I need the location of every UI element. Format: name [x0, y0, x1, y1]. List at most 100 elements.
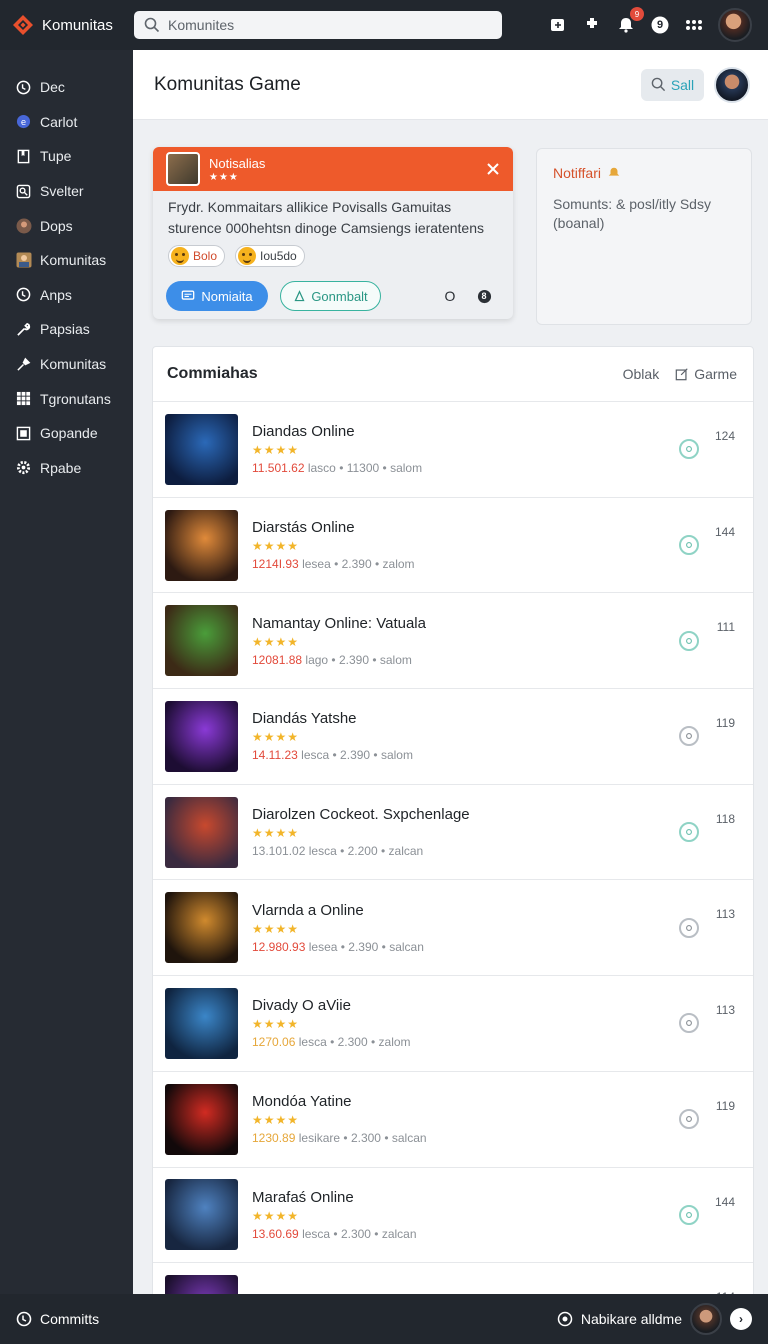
game-thumbnail [165, 892, 238, 964]
list-item[interactable]: Diandás Yatshe ★★★★ 14.11.23 lesca • 2.390… [153, 689, 753, 785]
primary-button[interactable]: Nomiaita [166, 281, 268, 311]
list-game-link[interactable]: Garme [675, 366, 737, 382]
sidebar-item-dops[interactable]: Dops [0, 208, 133, 243]
gear-icon [15, 459, 32, 476]
status-icon[interactable] [679, 726, 699, 747]
game-count: 144 [714, 524, 735, 539]
sidebar-item-carlot[interactable]: e Carlot [0, 105, 133, 140]
brand[interactable]: Komunitas [0, 14, 134, 36]
primary-button-label: Nomiaita [201, 288, 253, 304]
game-meta: lago • 2.390 • salom [305, 652, 412, 667]
sidebar-item-label: Dops [40, 217, 73, 234]
user-avatar[interactable] [718, 8, 752, 42]
sidebar-item-gopande[interactable]: Gopande [0, 416, 133, 451]
status-icon[interactable] [679, 1109, 699, 1130]
status-icon[interactable] [679, 630, 699, 651]
bookmark-icon [15, 148, 32, 165]
circle-action-icon[interactable]: O [440, 286, 460, 306]
game-rating: ★★★★ [252, 539, 300, 554]
game-count: 113 [715, 907, 735, 922]
list-item[interactable]: Namantay Online: Vatuala ★★★★ 12081.88 lag… [153, 593, 753, 690]
game-list: Commiahas Oblak Garme Diandas Online ★★★★… [152, 346, 754, 1294]
sidebar-item-tupe[interactable]: Tupe [0, 139, 133, 174]
smile-emoji-icon [238, 247, 257, 265]
sidebar-item-rpabe[interactable]: Rpabe [0, 451, 133, 486]
game-info: Marafaś Online ★★★★ 13.60.69 lesca • 2.300… [252, 1189, 417, 1241]
status-icon[interactable] [679, 535, 699, 556]
clock-icon [15, 286, 32, 303]
sidebar-item-label: Carlot [40, 113, 78, 130]
next-button[interactable]: › [730, 1308, 752, 1330]
status-icon[interactable] [679, 1013, 699, 1034]
game-info: Diandas Online ★★★★ 11.501.62 lasco • 1130… [252, 423, 422, 475]
dark-circle-action-icon[interactable]: 8 [474, 286, 494, 306]
sidebar-item-komunitas[interactable]: Komunitas [0, 243, 133, 278]
bottom-right-label[interactable]: Nabikare alldme [581, 1311, 682, 1327]
status-icon[interactable] [679, 822, 699, 843]
apps-grid-icon[interactable] [684, 15, 704, 35]
sidebar-item-svelter[interactable]: Svelter [0, 174, 133, 209]
svg-text:e: e [21, 117, 26, 127]
sidebar-item-label: Komunitas [40, 252, 107, 269]
game-meta-row: 13.101.02 lesca • 2.200 • zalcan [252, 844, 470, 858]
game-info: Diarolzen Cockeot. Sxpchenlage ★★★★ 13.101… [252, 806, 470, 858]
list-item[interactable]: Diandas Online ★★★★ 11.501.62 lasco • 1130… [153, 402, 753, 498]
game-thumbnail [165, 413, 238, 485]
bell-icon[interactable]: 9 [616, 7, 644, 35]
list-item[interactable]: Mondóa Yatine ★★★★ 1230.89 lesikare • 2.30… [153, 1072, 753, 1168]
avatar-icon [15, 217, 32, 234]
game-meta: lesca • 2.300 • zalcan [302, 1226, 417, 1241]
top-bar: Komunitas Komunites 9 9 [0, 0, 768, 50]
game-name: Diarstás Online [252, 519, 355, 537]
sidebar-item-papsias[interactable]: Papsias [0, 312, 133, 347]
bottom-left[interactable]: Committs [0, 1311, 99, 1327]
game-info: Mondóa Yatine ★★★★ 1230.89 lesikare • 2.30… [252, 1093, 427, 1145]
bottom-avatar[interactable] [690, 1303, 722, 1335]
page-header: Komunitas Game Sall [133, 50, 768, 120]
sidebar-item-komunitas-2[interactable]: Komunitas [0, 347, 133, 382]
list-item[interactable]: Vlarnda a Online ★★★★ 12.980.93 lesea • 2.… [153, 880, 753, 977]
reaction-chip[interactable]: Iou5do [235, 245, 305, 267]
side-card-title-row: Notiffari [553, 165, 735, 181]
game-info: Namantay Online: Vatuala ★★★★ 12081.88 lag… [252, 615, 426, 667]
status-icon[interactable] [679, 439, 699, 460]
clock-icon [15, 79, 32, 96]
list-item[interactable]: Divady O aViie ★★★★ 1270.06 lesca • 2.300 … [153, 976, 753, 1072]
list-item[interactable]: Diarolzen Cockeot. Sxpchenlage ★★★★ 13.101… [153, 785, 753, 881]
list-filter-link[interactable]: Oblak [623, 366, 660, 382]
smile-emoji-icon [171, 247, 189, 265]
sidebar-item-anps[interactable]: Anps [0, 278, 133, 313]
sidebar-item-tgronutans[interactable]: Tgronutans [0, 381, 133, 416]
game-rating: ★★★★ [252, 826, 300, 841]
reaction-chip[interactable]: Bolo [168, 245, 226, 267]
sidebar-item-dec[interactable]: Dec [0, 70, 133, 105]
game-thumbnail [165, 1179, 238, 1251]
status-icon[interactable] [679, 1204, 699, 1225]
gear-icon[interactable] [557, 1311, 573, 1327]
sidebar-item-label: Papsias [40, 321, 90, 338]
game-meta-row: 14.11.23 lesca • 2.390 • salom [252, 748, 413, 762]
game-info: Diarstás Online ★★★★ 1214I.93 lesea • 2.39… [252, 519, 415, 571]
puzzle-icon[interactable] [582, 15, 602, 35]
game-rating: ★★★★ [252, 443, 300, 458]
game-thumbnail [165, 1083, 238, 1155]
notification-body: Frydr. Kommaitars allikice Povisalls Gam… [168, 199, 484, 236]
game-name: Namantay Online: Vatuala [252, 614, 426, 632]
list-item[interactable]: Marafaś Online ★★★★ 13.60.69 lesca • 2.300… [153, 1168, 753, 1264]
header-search-button[interactable]: Sall [641, 68, 704, 101]
game-thumbnail [165, 605, 238, 677]
game-count: 113 [715, 1003, 735, 1018]
new-window-icon[interactable] [548, 15, 568, 35]
search-icon [651, 77, 665, 92]
game-rating: ★★★★ [252, 921, 300, 936]
close-icon[interactable] [485, 161, 501, 177]
game-rating: ★★★★ [252, 1113, 300, 1128]
secondary-button[interactable]: Gonmbalt [280, 281, 381, 311]
help-icon[interactable]: 9 [650, 15, 670, 35]
reaction-chips: Bolo Iou5do [153, 239, 513, 267]
header-avatar[interactable] [714, 66, 750, 103]
list-item[interactable]: Miandas Online★★★★ 114 [153, 1263, 753, 1294]
search-input[interactable]: Komunites [134, 11, 502, 39]
list-item[interactable]: Diarstás Online ★★★★ 1214I.93 lesea • 2.39… [153, 498, 753, 594]
status-icon[interactable] [679, 917, 699, 938]
